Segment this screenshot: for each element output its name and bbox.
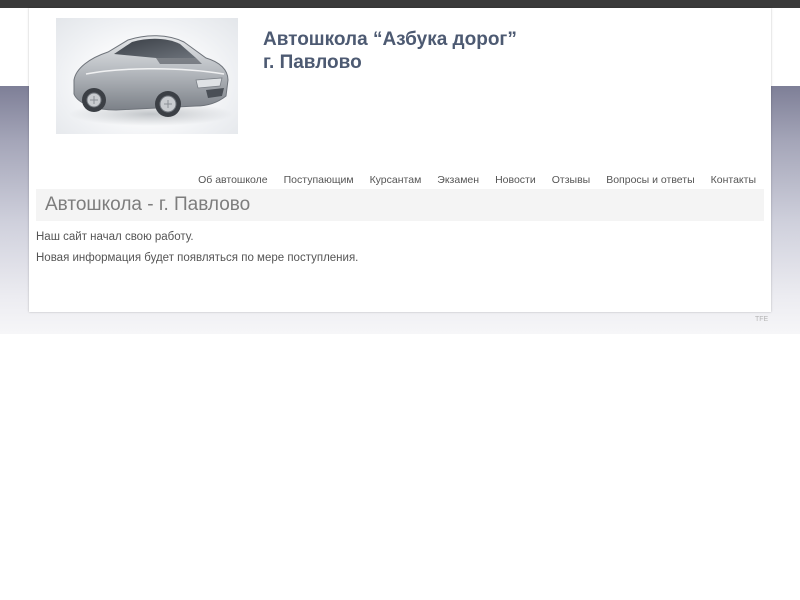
site-title: Автошкола “Азбука дорог” г. Павлово [263,28,517,74]
site-title-line1: Автошкола “Азбука дорог” [263,29,517,50]
nav-item-contacts[interactable]: Контакты [711,174,756,186]
page-title: Автошкола - г. Павлово [45,194,251,215]
site-logo[interactable] [56,18,238,134]
nav-item-applicants[interactable]: Поступающим [284,174,354,186]
nav-item-faq[interactable]: Вопросы и ответы [606,174,694,186]
page-container: Автошкола “Азбука дорог” г. Павлово Об а… [29,8,771,312]
nav-item-exam[interactable]: Экзамен [437,174,479,186]
content-heading-bar: Автошкола - г. Павлово [36,189,764,221]
nav-item-about[interactable]: Об автошколе [198,174,268,186]
content-body: Наш сайт начал свою работу. Новая информ… [36,230,358,272]
nav-item-reviews[interactable]: Отзывы [552,174,590,186]
site-title-line2: г. Павлово [263,52,362,73]
footer-mark: TFE [755,316,769,323]
top-bar [0,0,800,8]
car-icon [69,35,233,126]
nav-item-news[interactable]: Новости [495,174,536,186]
content-paragraph: Наш сайт начал свою работу. [36,231,194,243]
nav-item-students[interactable]: Курсантам [370,174,422,186]
main-nav: Об автошколе Поступающим Курсантам Экзам… [182,174,756,186]
content-paragraph: Новая информация будет появляться по мер… [36,252,359,264]
